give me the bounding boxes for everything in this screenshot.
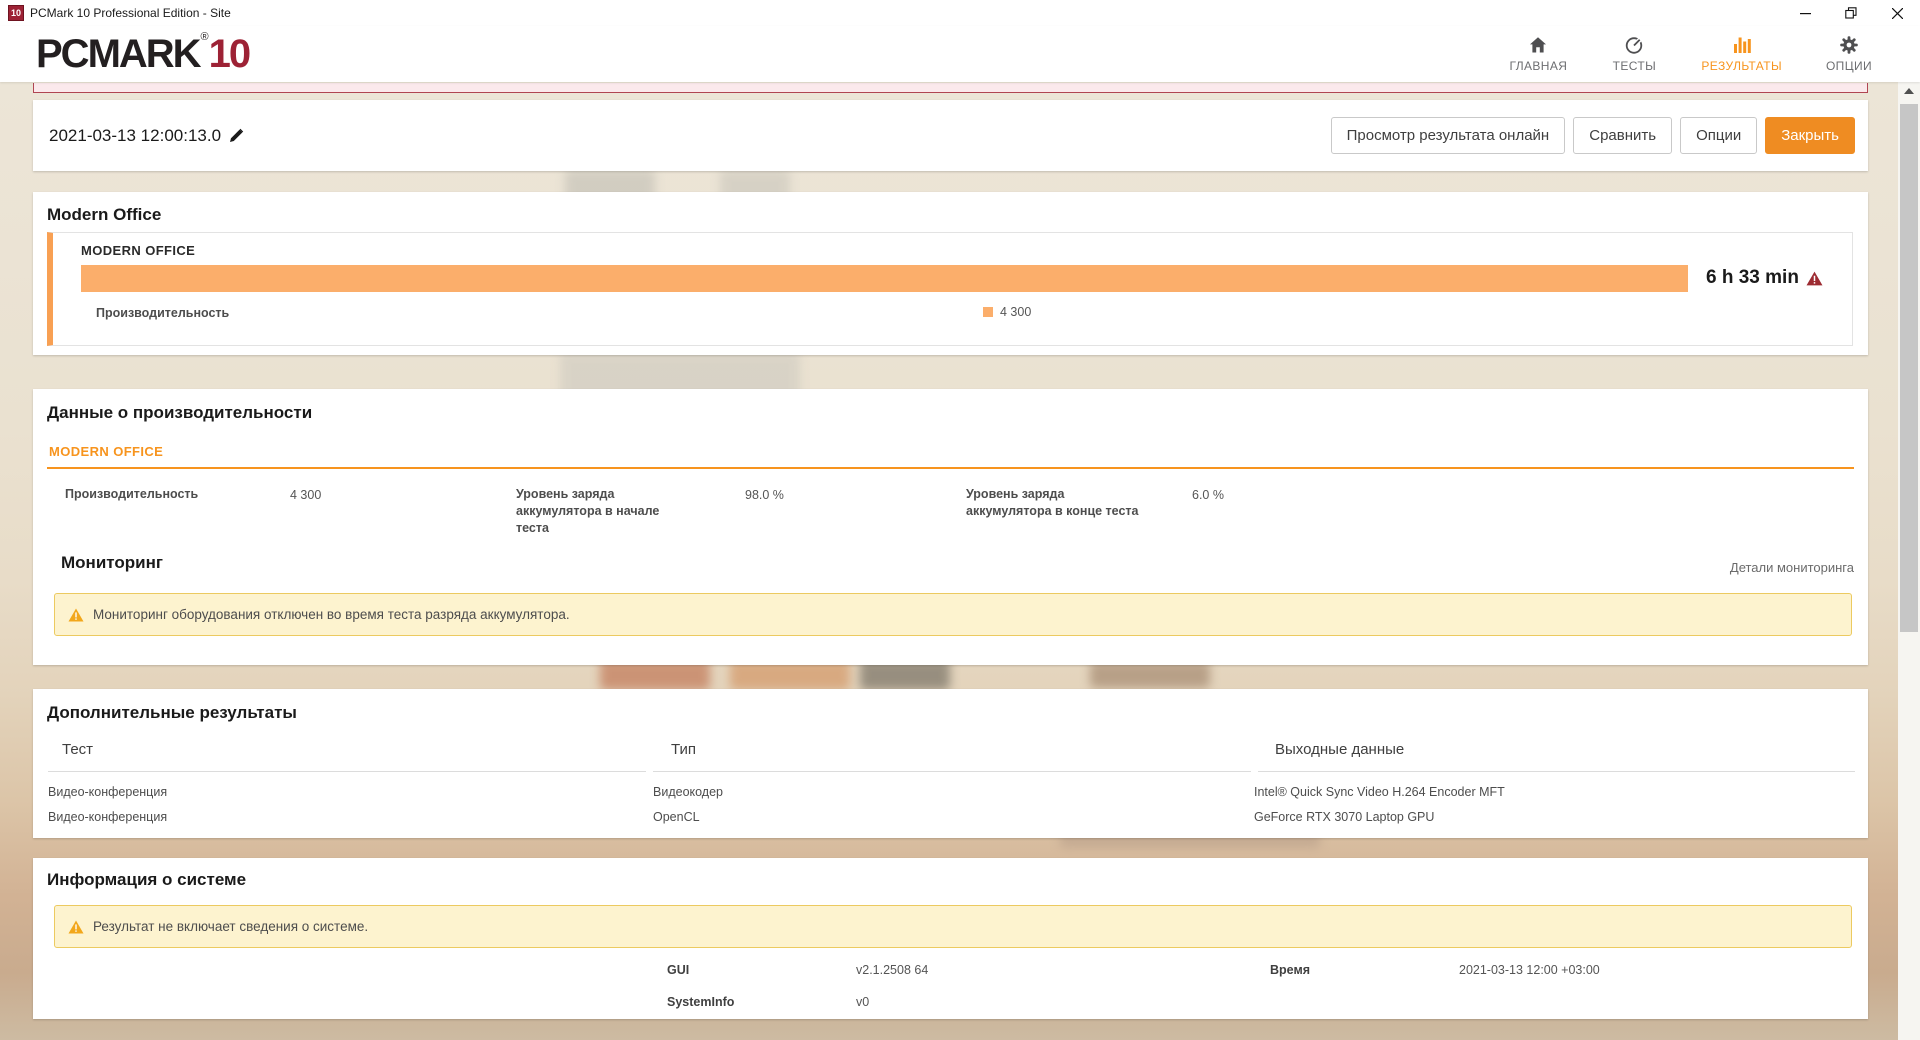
gauge-icon <box>1623 35 1645 55</box>
field-label-systeminfo: SystemInfo <box>667 995 734 1009</box>
system-info-heading: Информация о системе <box>47 870 246 890</box>
gear-icon <box>1838 35 1860 55</box>
nav-label-home: ГЛАВНАЯ <box>1509 59 1567 73</box>
nav-label-tests: ТЕСТЫ <box>1613 59 1657 73</box>
monitoring-warning-box: Мониторинг оборудования отключен во врем… <box>54 593 1852 636</box>
column-header-output: Выходные данные <box>1275 741 1404 758</box>
duration-text: 6 h 33 min <box>1706 267 1799 289</box>
column-header-type: Тип <box>671 741 696 758</box>
pcmark-logo: PCMARK®10 <box>36 34 249 74</box>
modern-office-card-title: MODERN OFFICE <box>81 243 195 258</box>
bar-chart-icon <box>1731 35 1753 55</box>
legend-label: Производительность <box>96 306 229 320</box>
benchmark-duration-value: 6 h 33 min <box>1706 267 1823 289</box>
monitoring-heading: Мониторинг <box>61 553 163 573</box>
benchmark-duration-bar <box>81 265 1688 292</box>
table-divider <box>48 771 646 772</box>
metric-value: 4 300 <box>290 488 321 502</box>
result-date-text: 2021-03-13 12:00:13.0 <box>49 126 221 146</box>
nav-item-tests[interactable]: ТЕСТЫ <box>1605 35 1663 73</box>
modern-office-section: Modern Office MODERN OFFICE 6 h 33 min П… <box>33 192 1868 355</box>
content-area: 2021-03-13 12:00:13.0 Просмотр результат… <box>0 82 1920 1040</box>
home-icon <box>1527 35 1549 55</box>
registered-mark: ® <box>201 32 209 43</box>
nav-label-results: РЕЗУЛЬТАТЫ <box>1701 59 1782 73</box>
legend-value: 4 300 <box>1000 305 1031 319</box>
minimize-button[interactable] <box>1782 0 1828 26</box>
cell-output: GeForce RTX 3070 Laptop GPU <box>1254 810 1434 824</box>
nav-item-home[interactable]: ГЛАВНАЯ <box>1509 35 1567 73</box>
metric-label: Уровень заряда аккумулятора в начале тес… <box>516 486 686 537</box>
restore-button[interactable] <box>1828 0 1874 26</box>
metric-label: Производительность <box>65 486 198 503</box>
secondary-results-heading: Дополнительные результаты <box>47 703 297 723</box>
result-header-card: 2021-03-13 12:00:13.0 Просмотр результат… <box>33 100 1868 171</box>
cell-output: Intel® Quick Sync Video H.264 Encoder MF… <box>1254 785 1505 799</box>
compare-button[interactable]: Сравнить <box>1573 117 1672 154</box>
app-icon: 10 <box>8 5 24 21</box>
background-photo-detail <box>1090 662 1210 688</box>
performance-data-section: Данные о производительности MODERN OFFIC… <box>33 389 1868 665</box>
cell-test: Видео-конференция <box>48 785 167 799</box>
close-button[interactable] <box>1874 0 1920 26</box>
scroll-up-icon <box>1904 88 1914 94</box>
minimize-icon <box>1800 8 1811 19</box>
secondary-results-section: Дополнительные результаты Тест Тип Выход… <box>33 689 1868 838</box>
field-value-time: 2021-03-13 12:00 +03:00 <box>1459 963 1600 977</box>
app-header: PCMARK®10 ГЛАВНАЯ ТЕСТЫ РЕЗУЛЬТАТЫ <box>0 26 1920 82</box>
warning-icon <box>68 920 84 934</box>
restore-icon <box>1845 7 1857 19</box>
vertical-scrollbar <box>1898 82 1920 1040</box>
column-header-test: Тест <box>62 741 93 758</box>
metric-label: Уровень заряда аккумулятора в конце тест… <box>966 486 1141 520</box>
performance-group-label: MODERN OFFICE <box>49 444 163 459</box>
close-icon <box>1892 8 1903 19</box>
modern-office-heading: Modern Office <box>47 205 161 225</box>
legend-value-group: 4 300 <box>983 305 1031 319</box>
table-divider <box>653 771 1251 772</box>
logo-number: 10 <box>209 34 250 74</box>
benchmark-bar-row: 6 h 33 min <box>81 264 1840 292</box>
edit-icon[interactable] <box>229 128 244 143</box>
system-warning-text: Результат не включает сведения о системе… <box>93 919 368 934</box>
cell-test: Видео-конференция <box>48 810 167 824</box>
scrollbar-thumb[interactable] <box>1900 104 1918 632</box>
cell-type: OpenCL <box>653 810 700 824</box>
scrollbar-up-button[interactable] <box>1898 82 1920 100</box>
nav-item-results[interactable]: РЕЗУЛЬТАТЫ <box>1701 35 1782 73</box>
window-title: PCMark 10 Professional Edition - Site <box>30 6 231 20</box>
main-nav: ГЛАВНАЯ ТЕСТЫ РЕЗУЛЬТАТЫ ОПЦИ <box>1509 35 1878 73</box>
toolbar-buttons: Просмотр результата онлайн Сравнить Опци… <box>1331 117 1855 154</box>
orange-divider <box>47 467 1854 469</box>
field-label-gui: GUI <box>667 963 689 977</box>
table-divider <box>1258 771 1855 772</box>
legend-swatch <box>983 307 993 317</box>
warning-icon <box>68 608 84 622</box>
cell-type: Видеокодер <box>653 785 723 799</box>
modern-office-card: MODERN OFFICE 6 h 33 min Производительно… <box>47 232 1853 346</box>
view-result-online-button[interactable]: Просмотр результата онлайн <box>1331 117 1566 154</box>
options-button[interactable]: Опции <box>1680 117 1757 154</box>
monitoring-warning-text: Мониторинг оборудования отключен во врем… <box>93 607 570 622</box>
monitoring-details-link[interactable]: Детали мониторинга <box>1730 560 1854 575</box>
nav-item-options[interactable]: ОПЦИИ <box>1820 35 1878 73</box>
metric-value: 6.0 % <box>1192 488 1224 502</box>
field-label-time: Время <box>1270 963 1310 977</box>
scrolled-alert-remnant <box>33 83 1868 93</box>
close-result-button[interactable]: Закрыть <box>1765 117 1855 154</box>
system-info-section: Информация о системе Результат не включа… <box>33 858 1868 1019</box>
field-value-gui: v2.1.2508 64 <box>856 963 928 977</box>
nav-label-options: ОПЦИИ <box>1826 59 1872 73</box>
warning-icon <box>1806 271 1823 286</box>
result-date: 2021-03-13 12:00:13.0 <box>49 126 244 146</box>
metric-value: 98.0 % <box>745 488 784 502</box>
performance-data-heading: Данные о производительности <box>47 403 312 423</box>
system-warning-box: Результат не включает сведения о системе… <box>54 905 1852 948</box>
field-value-systeminfo: v0 <box>856 995 869 1009</box>
window-titlebar: 10 PCMark 10 Professional Edition - Site <box>0 0 1920 26</box>
logo-text: PCMARK <box>36 34 200 74</box>
